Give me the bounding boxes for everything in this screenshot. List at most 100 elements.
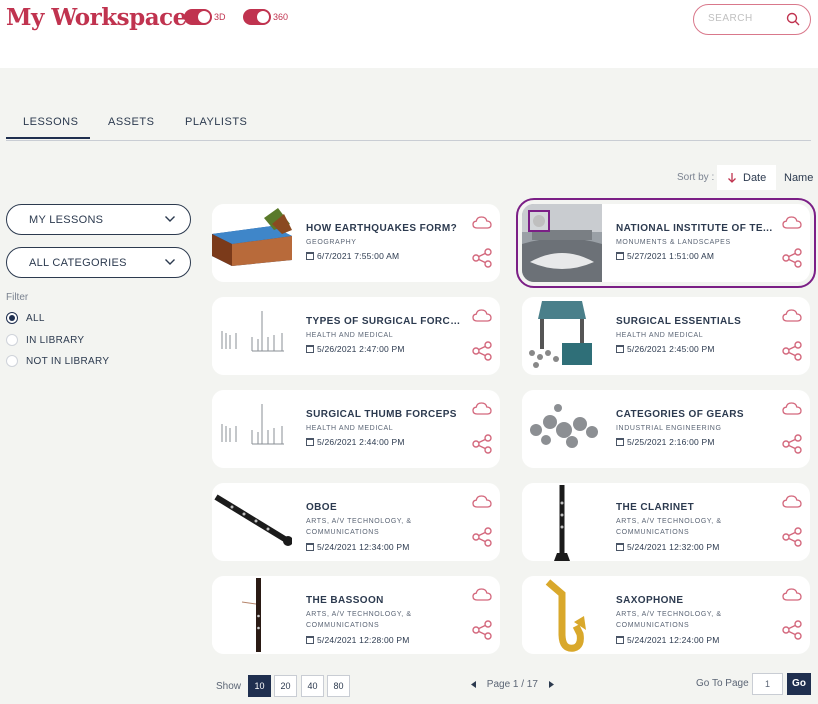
toggle-3d[interactable]: 3D (184, 9, 226, 25)
radio-dot[interactable] (6, 334, 18, 346)
lesson-card[interactable]: NATIONAL INSTITUTE OF TE... MONUMENTS & L… (516, 198, 816, 288)
lesson-thumbnail[interactable] (212, 483, 292, 561)
filter-in-library-radio[interactable]: IN LIBRARY (6, 334, 84, 346)
page-size-80[interactable]: 80 (327, 675, 350, 697)
sort-name-button[interactable]: Name (774, 165, 818, 190)
tab-assets[interactable]: ASSETS (108, 116, 154, 128)
lesson-card[interactable]: OBOE ARTS, A/V TECHNOLOGY, & COMMUNICATIO… (212, 483, 500, 561)
toggle-360[interactable]: 360 (243, 9, 288, 25)
page-size-40[interactable]: 40 (301, 675, 324, 697)
page-size-20[interactable]: 20 (274, 675, 297, 697)
page-size-10[interactable]: 10 (248, 675, 271, 697)
lesson-thumbnail[interactable] (522, 390, 602, 468)
lesson-thumbnail[interactable] (212, 204, 292, 282)
cloud-download-icon[interactable] (782, 309, 802, 328)
share-icon[interactable] (782, 248, 802, 273)
lesson-title[interactable]: SURGICAL THUMB FORCEPS (306, 409, 466, 420)
lesson-title[interactable]: THE CLARINET (616, 502, 776, 513)
go-button[interactable]: Go (787, 673, 811, 695)
lesson-title[interactable]: TYPES OF SURGICAL FORCEPS (306, 316, 466, 327)
cloud-download-icon[interactable] (782, 216, 802, 235)
lesson-thumbnail[interactable] (212, 390, 292, 468)
next-page-icon[interactable] (547, 680, 555, 689)
lesson-category: HEALTH AND MEDICAL (306, 425, 394, 432)
toggle-label: 360 (273, 12, 289, 22)
lesson-date-text: 5/24/2021 12:28:00 PM (317, 635, 410, 645)
radio-label: NOT IN LIBRARY (26, 355, 110, 367)
sort-name-label: Name (784, 171, 814, 184)
radio-dot[interactable] (6, 312, 18, 324)
search-box[interactable] (693, 4, 811, 35)
prev-page-icon[interactable] (470, 680, 478, 689)
share-icon[interactable] (472, 248, 492, 273)
lesson-card[interactable]: TYPES OF SURGICAL FORCEPS HEALTH AND MEDI… (212, 297, 500, 375)
lesson-date: 5/24/2021 12:24:00 PM (616, 635, 720, 645)
lesson-date-text: 5/27/2021 1:51:00 AM (627, 251, 715, 261)
lesson-card[interactable]: THE BASSOON ARTS, A/V TECHNOLOGY, & COMMU… (212, 576, 500, 654)
goto-page-input[interactable] (752, 673, 783, 695)
calendar-icon (616, 636, 624, 644)
cloud-download-icon[interactable] (472, 309, 492, 328)
filter-all-radio[interactable]: ALL (6, 312, 45, 324)
lesson-card[interactable]: SURGICAL THUMB FORCEPS HEALTH AND MEDICAL… (212, 390, 500, 468)
search-icon[interactable] (786, 12, 800, 26)
share-icon[interactable] (472, 341, 492, 366)
lesson-title[interactable]: NATIONAL INSTITUTE OF TE... (616, 223, 776, 234)
lesson-card[interactable]: SURGICAL ESSENTIALS HEALTH AND MEDICAL 5/2… (522, 297, 810, 375)
lesson-date-text: 5/24/2021 12:32:00 PM (627, 542, 720, 552)
lesson-title[interactable]: HOW EARTHQUAKES FORM? (306, 223, 466, 234)
cloud-download-icon[interactable] (472, 216, 492, 235)
lesson-date: 5/24/2021 12:32:00 PM (616, 542, 720, 552)
share-icon[interactable] (782, 434, 802, 459)
filter-not-in-library-radio[interactable]: NOT IN LIBRARY (6, 355, 109, 367)
lesson-date-text: 5/26/2021 2:45:00 PM (627, 344, 715, 354)
cloud-download-icon[interactable] (472, 588, 492, 607)
cloud-download-icon[interactable] (782, 402, 802, 421)
chevron-down-icon (165, 259, 175, 265)
share-icon[interactable] (782, 527, 802, 552)
chevron-down-icon (165, 216, 175, 222)
toggle-track[interactable] (243, 9, 271, 25)
lesson-thumbnail[interactable] (522, 576, 602, 654)
calendar-icon (616, 345, 624, 353)
lesson-thumbnail[interactable] (522, 483, 602, 561)
lesson-title[interactable]: OBOE (306, 502, 466, 513)
share-icon[interactable] (782, 620, 802, 645)
cloud-download-icon[interactable] (782, 588, 802, 607)
lesson-card[interactable]: CATEGORIES OF GEARS INDUSTRIAL ENGINEERIN… (522, 390, 810, 468)
lesson-thumbnail[interactable] (212, 576, 292, 654)
lesson-date: 6/7/2021 7:55:00 AM (306, 251, 399, 261)
lesson-thumbnail[interactable] (522, 297, 602, 375)
search-input[interactable] (708, 13, 784, 24)
lesson-category: ARTS, A/V TECHNOLOGY, & COMMUNICATIONS (306, 611, 412, 629)
cloud-download-icon[interactable] (782, 495, 802, 514)
lesson-card[interactable]: SAXOPHONE ARTS, A/V TECHNOLOGY, & COMMUNI… (522, 576, 810, 654)
tab-playlists[interactable]: PLAYLISTS (185, 116, 247, 128)
lesson-card[interactable]: HOW EARTHQUAKES FORM? GEOGRAPHY 6/7/2021 7… (212, 204, 500, 282)
checkbox-icon[interactable] (528, 210, 550, 232)
lesson-title[interactable]: SURGICAL ESSENTIALS (616, 316, 776, 327)
radio-dot[interactable] (6, 355, 18, 367)
share-icon[interactable] (472, 620, 492, 645)
lesson-thumbnail[interactable] (212, 297, 292, 375)
share-icon[interactable] (472, 527, 492, 552)
dropdown-label: MY LESSONS (29, 214, 104, 226)
lesson-title[interactable]: SAXOPHONE (616, 595, 776, 606)
lesson-date-text: 6/7/2021 7:55:00 AM (317, 251, 400, 261)
toggle-track[interactable] (184, 9, 212, 25)
categories-dropdown[interactable]: ALL CATEGORIES (6, 247, 191, 278)
share-icon[interactable] (472, 434, 492, 459)
lesson-date: 5/25/2021 2:16:00 PM (616, 437, 715, 447)
cloud-download-icon[interactable] (472, 402, 492, 421)
lesson-title[interactable]: THE BASSOON (306, 595, 466, 606)
lesson-card[interactable]: THE CLARINET ARTS, A/V TECHNOLOGY, & COMM… (522, 483, 810, 561)
sort-date-button[interactable]: Date (717, 165, 777, 190)
calendar-icon (306, 252, 314, 260)
tab-lessons[interactable]: LESSONS (6, 116, 90, 139)
my-lessons-dropdown[interactable]: MY LESSONS (6, 204, 191, 235)
lesson-title[interactable]: CATEGORIES OF GEARS (616, 409, 776, 420)
sort-label: Sort by : (677, 172, 715, 183)
share-icon[interactable] (782, 341, 802, 366)
lesson-category: GEOGRAPHY (306, 239, 357, 246)
cloud-download-icon[interactable] (472, 495, 492, 514)
